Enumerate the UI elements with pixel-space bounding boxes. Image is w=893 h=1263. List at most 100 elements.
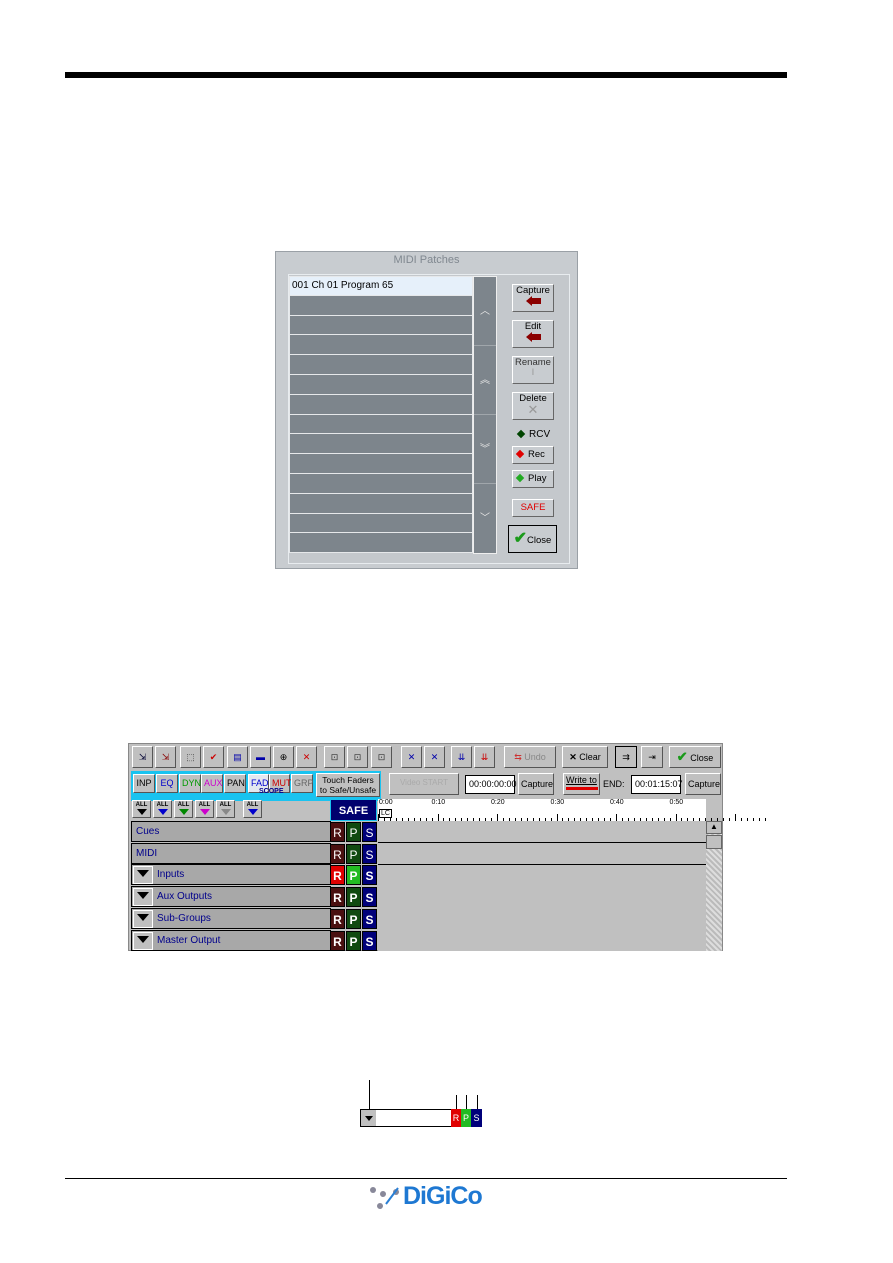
patch-row[interactable]	[289, 513, 473, 534]
scroll-down-button[interactable]: ﹀	[474, 484, 496, 553]
page-up-button[interactable]: ︽	[474, 346, 496, 415]
patch-row[interactable]	[289, 474, 473, 494]
track-row[interactable]: Master Output	[131, 929, 331, 951]
filter-aux[interactable]: AUX	[201, 774, 223, 793]
safe-header-button[interactable]: SAFE	[330, 799, 377, 821]
patch-row[interactable]	[289, 434, 473, 455]
end-time-field[interactable]: 00:01:15:07	[631, 775, 683, 794]
safe-button[interactable]: SAFE	[512, 499, 554, 517]
s-toggle-button[interactable]: S	[362, 865, 377, 886]
tool-button-icon[interactable]: ⇊	[451, 746, 472, 768]
p-toggle-button[interactable]: P	[346, 908, 361, 929]
expand-dropdown-icon[interactable]	[133, 866, 153, 885]
ruler-view-button[interactable]: ⇉	[615, 746, 637, 768]
p-toggle-button[interactable]: P	[346, 930, 361, 951]
s-toggle-button[interactable]: S	[362, 908, 377, 929]
tool-button-icon[interactable]: ⇲	[132, 746, 153, 768]
all-scope-button[interactable]: ALL	[153, 800, 172, 818]
callout-line	[369, 1080, 370, 1110]
expand-dropdown-icon[interactable]	[133, 909, 153, 928]
rec-button[interactable]: Rec	[512, 446, 554, 464]
r-toggle-button[interactable]: R	[330, 887, 345, 908]
filter-dyn[interactable]: DYN	[179, 774, 201, 793]
tool-button-icon[interactable]: ⇊	[474, 746, 495, 768]
page-down-button[interactable]: ︾	[474, 415, 496, 484]
track-row[interactable]: Inputs	[131, 864, 331, 886]
patch-row[interactable]	[289, 493, 473, 514]
filter-grp[interactable]: GRP	[291, 774, 314, 793]
tool-button-icon[interactable]: ⊡	[324, 746, 345, 768]
scroll-up-button[interactable]: ︿	[474, 277, 496, 346]
delete-button[interactable]: Delete ✕	[512, 392, 554, 420]
r-toggle-button[interactable]: R	[330, 908, 345, 929]
video-start-button[interactable]: Video START	[389, 773, 459, 795]
tool-button-icon[interactable]: ⊡	[371, 746, 392, 768]
p-toggle-button[interactable]: P	[346, 887, 361, 908]
track-label: Sub-Groups	[157, 912, 211, 924]
p-toggle-button[interactable]: P	[346, 822, 361, 842]
play-button[interactable]: Play	[512, 470, 554, 488]
expand-dropdown-icon[interactable]	[133, 931, 153, 950]
tool-button-icon[interactable]: ▬	[250, 746, 271, 768]
scroll-up-icon[interactable]: ▲	[706, 821, 722, 834]
filter-inp[interactable]: INP	[133, 774, 155, 793]
capture-start-button[interactable]: Capture	[518, 773, 554, 795]
r-toggle-button[interactable]: R	[330, 865, 345, 886]
r-toggle-button[interactable]: R	[330, 930, 345, 951]
capture-end-button[interactable]: Capture	[685, 773, 721, 795]
undo-button[interactable]: ⇆ Undo	[504, 746, 556, 768]
s-toggle-button[interactable]: S	[362, 822, 377, 842]
rcv-indicator: RCV	[516, 429, 550, 440]
rename-button[interactable]: Rename I	[512, 356, 554, 384]
start-time-field[interactable]: 00:00:00:00	[465, 775, 517, 794]
capture-button[interactable]: Capture	[512, 284, 554, 312]
filter-eq[interactable]: EQ	[156, 774, 178, 793]
patch-row[interactable]	[289, 295, 473, 316]
track-row[interactable]: Cues	[131, 821, 331, 842]
all-scope-button[interactable]: ALL	[174, 800, 193, 818]
write-to-button[interactable]: Write to	[563, 773, 600, 795]
tool-button-icon[interactable]: ✕	[401, 746, 422, 768]
filter-pan[interactable]: PAN	[224, 774, 246, 793]
patch-row[interactable]	[289, 394, 473, 415]
track-row[interactable]: Aux Outputs	[131, 886, 331, 908]
track-row[interactable]: Sub-Groups	[131, 907, 331, 929]
close-button[interactable]: ✔ Close	[669, 746, 721, 768]
vertical-scrollbar[interactable]: ▲	[706, 821, 722, 951]
patch-row[interactable]	[289, 355, 473, 375]
tool-button-icon[interactable]: ▤	[227, 746, 248, 768]
patch-row[interactable]	[289, 375, 473, 395]
patch-row[interactable]	[289, 533, 473, 554]
tool-button-icon[interactable]: ⊕	[273, 746, 294, 768]
tool-button-icon[interactable]: ✕	[424, 746, 445, 768]
patch-row[interactable]	[289, 335, 473, 356]
p-toggle-button[interactable]: P	[346, 843, 361, 864]
scroll-thumb[interactable]	[706, 835, 722, 849]
patch-row[interactable]	[289, 414, 473, 435]
s-toggle-button[interactable]: S	[362, 887, 377, 908]
all-scope-button[interactable]: ALL	[216, 800, 235, 818]
close-button[interactable]: ✔Close	[508, 525, 557, 553]
r-toggle-button[interactable]: R	[330, 822, 345, 842]
patch-row[interactable]	[289, 454, 473, 474]
patch-row[interactable]: 001 Ch 01 Program 65	[289, 276, 473, 296]
all-scope-button[interactable]: ALL	[195, 800, 214, 818]
tool-button-icon[interactable]: ✔	[203, 746, 224, 768]
tool-button-icon[interactable]: ⇲	[155, 746, 176, 768]
clear-button[interactable]: ✕ Clear	[562, 746, 608, 768]
patch-row[interactable]	[289, 315, 473, 336]
tool-button-icon[interactable]: ✕	[296, 746, 317, 768]
s-toggle-button[interactable]: S	[362, 843, 377, 864]
touch-faders-button[interactable]: Touch Faders to Safe/Unsafe	[316, 773, 380, 797]
r-toggle-button[interactable]: R	[330, 843, 345, 864]
s-toggle-button[interactable]: S	[362, 930, 377, 951]
tool-button-icon[interactable]: ⊡	[347, 746, 368, 768]
all-scope-button[interactable]: ALL	[132, 800, 151, 818]
track-row[interactable]: MIDI	[131, 842, 331, 864]
zoom-fit-button[interactable]: ⇥	[641, 746, 663, 768]
tool-button-icon[interactable]: ⬚	[180, 746, 201, 768]
all-scope-button[interactable]: ALL	[243, 800, 262, 818]
edit-button[interactable]: Edit	[512, 320, 554, 348]
expand-dropdown-icon[interactable]	[133, 888, 153, 907]
p-toggle-button[interactable]: P	[346, 865, 361, 886]
